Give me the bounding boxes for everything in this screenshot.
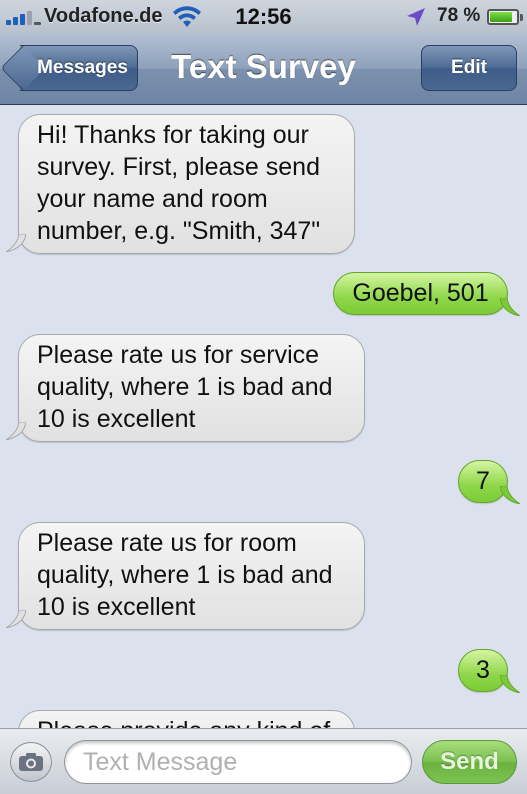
message-text: Please rate us for room quality, where 1… <box>37 529 333 621</box>
outgoing-bubble-tail <box>500 675 520 693</box>
incoming-message-bubble[interactable]: Please rate us for room quality, where 1… <box>18 522 365 630</box>
message-text: Goebel, 501 <box>352 279 489 307</box>
location-arrow-icon <box>407 8 425 26</box>
status-bar: Vodafone.de 12:56 78 % <box>0 0 527 33</box>
message-text: Hi! Thanks for taking our survey. First,… <box>37 121 321 245</box>
outgoing-bubble-tail <box>500 298 520 316</box>
camera-button[interactable] <box>10 742 52 782</box>
incoming-message-bubble[interactable]: Hi! Thanks for taking our survey. First,… <box>18 114 355 254</box>
incoming-message-bubble[interactable]: Please provide any kind of <box>18 710 355 728</box>
back-button-label: Messages <box>37 57 128 78</box>
battery-fill <box>490 12 512 22</box>
battery-icon <box>487 9 523 25</box>
incoming-bubble-tail <box>6 422 26 440</box>
text-message-input[interactable] <box>64 740 412 784</box>
send-button[interactable]: Send <box>422 740 517 784</box>
camera-icon <box>19 753 43 771</box>
incoming-bubble-tail <box>6 234 26 252</box>
conversation-view[interactable]: Hi! Thanks for taking our survey. First,… <box>0 106 527 728</box>
message-text: 7 <box>476 467 490 495</box>
incoming-message-bubble[interactable]: Please rate us for service quality, wher… <box>18 334 365 442</box>
battery-percent: 78 % <box>437 5 481 26</box>
message-text: 3 <box>476 656 490 684</box>
message-text: Please provide any kind of <box>37 717 330 728</box>
message-text: Please rate us for service quality, wher… <box>37 341 333 433</box>
outgoing-message-bubble[interactable]: Goebel, 501 <box>333 272 508 315</box>
incoming-bubble-tail <box>6 610 26 628</box>
navigation-bar: Messages Text Survey Edit <box>0 33 527 105</box>
message-input-bar: Send <box>0 728 527 794</box>
outgoing-bubble-tail <box>500 486 520 504</box>
edit-button[interactable]: Edit <box>421 45 517 91</box>
